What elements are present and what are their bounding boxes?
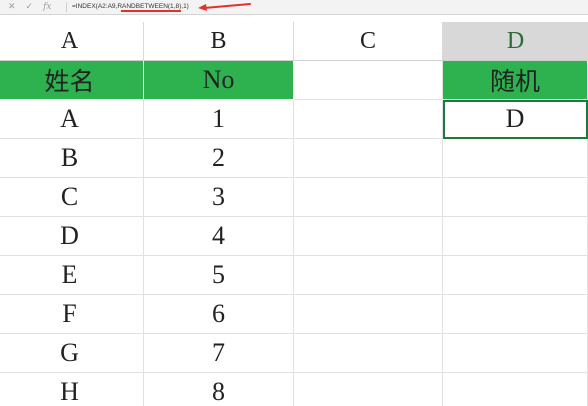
cell-d1[interactable]: 随机: [443, 61, 588, 100]
sheet-grid: A B C D 姓名 No 随机 A 1 D B 2 C 3 D 4 E 5 F…: [0, 22, 588, 406]
cell-c4[interactable]: [294, 178, 443, 217]
cell-b7[interactable]: 6: [144, 295, 294, 334]
cell-d3[interactable]: [443, 139, 588, 178]
close-icon[interactable]: ✕: [8, 0, 16, 14]
cell-c3[interactable]: [294, 139, 443, 178]
cell-a6[interactable]: E: [0, 256, 144, 295]
formula-bar-divider: [66, 2, 67, 12]
table-row: B 2: [0, 139, 588, 178]
cell-b8[interactable]: 7: [144, 334, 294, 373]
cell-a9[interactable]: H: [0, 373, 144, 406]
cell-d2-active[interactable]: D: [443, 100, 588, 139]
table-header-row: 姓名 No 随机: [0, 61, 588, 100]
cell-c7[interactable]: [294, 295, 443, 334]
column-header-a[interactable]: A: [0, 22, 144, 60]
table-row: G 7: [0, 334, 588, 373]
cell-b6[interactable]: 5: [144, 256, 294, 295]
cell-c1[interactable]: [294, 61, 443, 100]
spreadsheet-window: ✕ ✓ fx =INDEX(A2:A9,RANDBETWEEN(1,8),1) …: [0, 0, 588, 406]
cell-c5[interactable]: [294, 217, 443, 256]
cell-d7[interactable]: [443, 295, 588, 334]
table-row: D 4: [0, 217, 588, 256]
column-header-d[interactable]: D: [443, 22, 588, 60]
formula-bar-icons: ✕ ✓ fx: [8, 0, 52, 14]
table-row: H 8: [0, 373, 588, 406]
column-header-b[interactable]: B: [144, 22, 294, 60]
cell-c6[interactable]: [294, 256, 443, 295]
formula-bar: ✕ ✓ fx =INDEX(A2:A9,RANDBETWEEN(1,8),1): [0, 0, 588, 15]
cell-c8[interactable]: [294, 334, 443, 373]
cell-d9[interactable]: [443, 373, 588, 406]
table-row: F 6: [0, 295, 588, 334]
column-header-row: A B C D: [0, 22, 588, 60]
cell-b5[interactable]: 4: [144, 217, 294, 256]
cell-b3[interactable]: 2: [144, 139, 294, 178]
annotation-arrow-icon: [198, 3, 251, 11]
cell-b1[interactable]: No: [144, 61, 294, 100]
cell-b2[interactable]: 1: [144, 100, 294, 139]
cell-c9[interactable]: [294, 373, 443, 406]
cell-a3[interactable]: B: [0, 139, 144, 178]
annotation-underline: [121, 10, 181, 12]
cell-a2[interactable]: A: [0, 100, 144, 139]
fx-icon[interactable]: fx: [43, 0, 51, 14]
cell-a1[interactable]: 姓名: [0, 61, 144, 100]
cell-c2[interactable]: [294, 100, 443, 139]
check-icon[interactable]: ✓: [26, 0, 34, 14]
cell-d8[interactable]: [443, 334, 588, 373]
cell-a8[interactable]: G: [0, 334, 144, 373]
cell-d4[interactable]: [443, 178, 588, 217]
cell-a4[interactable]: C: [0, 178, 144, 217]
table-row: C 3: [0, 178, 588, 217]
column-header-c[interactable]: C: [294, 22, 443, 60]
cell-d5[interactable]: [443, 217, 588, 256]
table-row: A 1 D: [0, 100, 588, 139]
cell-a5[interactable]: D: [0, 217, 144, 256]
table-row: E 5: [0, 256, 588, 295]
cell-b4[interactable]: 3: [144, 178, 294, 217]
cell-b9[interactable]: 8: [144, 373, 294, 406]
cell-a7[interactable]: F: [0, 295, 144, 334]
cell-d6[interactable]: [443, 256, 588, 295]
